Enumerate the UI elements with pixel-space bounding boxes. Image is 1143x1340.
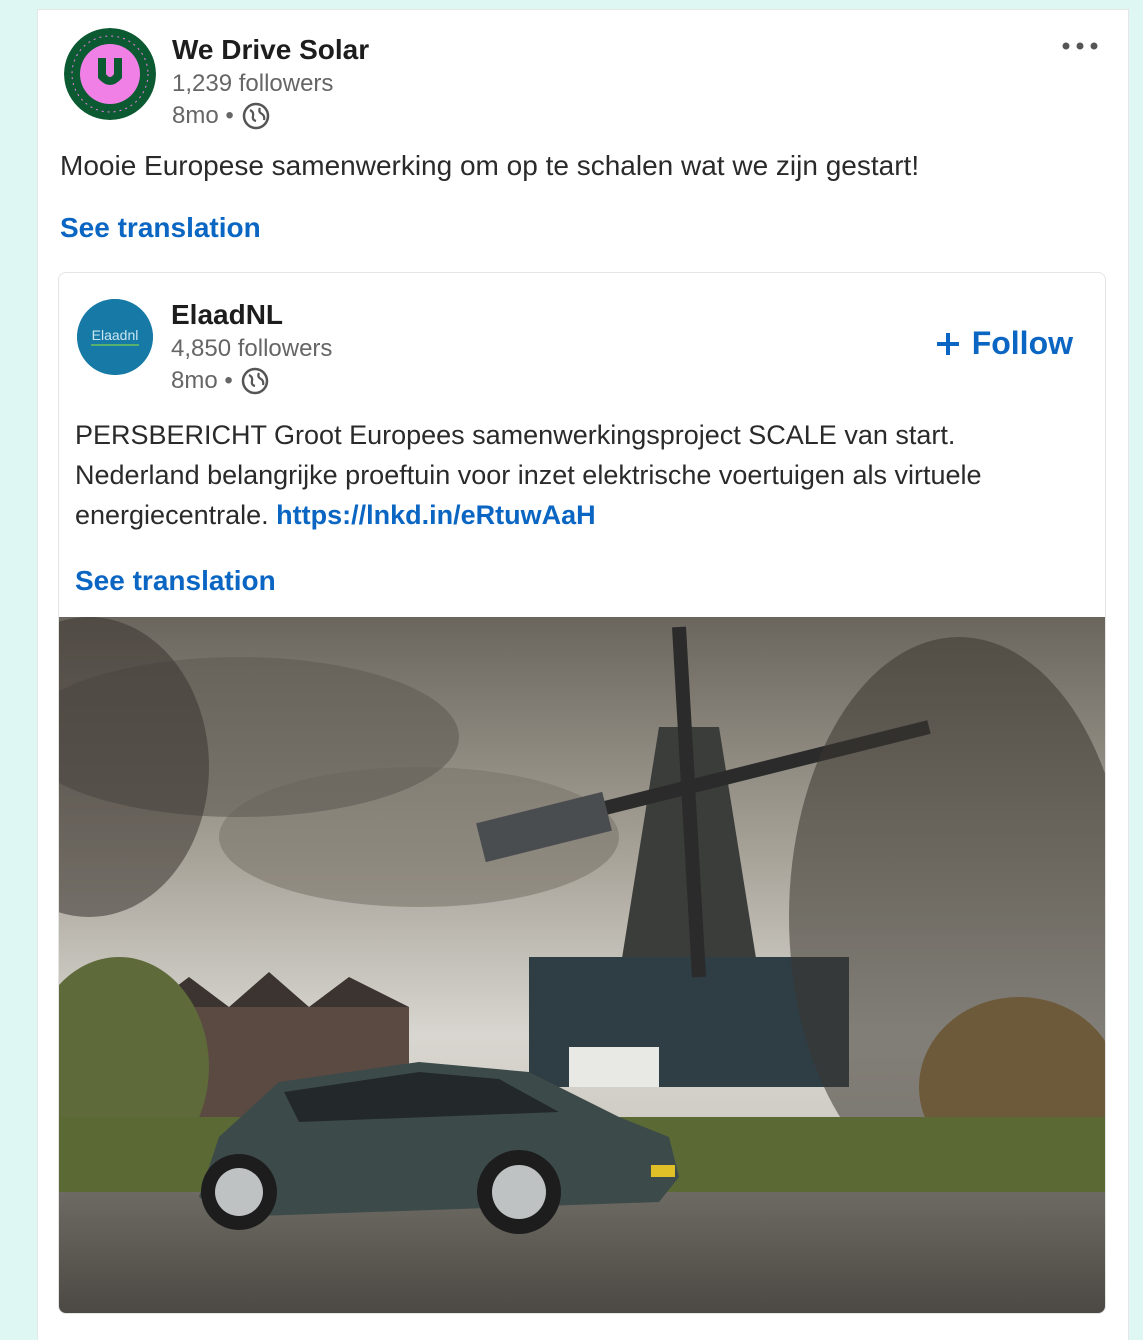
timestamp-text: 8mo • [172,102,234,129]
shared-body-text: PERSBERICHT Groot Europees samenwerkings… [75,415,1085,535]
post-body-text: Mooie Europese samenwerking om op te sch… [60,150,920,181]
post-timestamp: 8mo • [172,102,270,130]
globe-icon [241,367,269,395]
see-translation-link[interactable]: See translation [60,212,261,244]
follow-label: Follow [971,325,1073,361]
post-image[interactable] [59,617,1105,1313]
plus-icon [936,332,959,355]
ellipsis-icon[interactable] [1058,38,1102,54]
author-name[interactable]: We Drive Solar [172,34,369,66]
shared-link[interactable]: https://lnkd.in/eRtuwAaH [276,500,596,530]
shared-author-followers: 4,850 followers [171,335,333,362]
shared-author-name[interactable]: ElaadNL [171,299,283,331]
shared-post[interactable]: Elaadnl ElaadNL 4,850 followers 8mo • Fo… [58,272,1106,1314]
author-followers: 1,239 followers [172,70,334,97]
elaad-logo: Elaadnl [77,299,153,375]
post-card: We Drive Solar 1,239 followers 8mo • Moo… [38,10,1128,1340]
follow-button[interactable]: Follow [934,325,1073,362]
shared-post-timestamp: 8mo • [171,367,269,395]
elaad-avatar[interactable]: Elaadnl [77,299,153,375]
elaad-logo-text: Elaadnl [92,327,139,343]
shared-see-translation-link[interactable]: See translation [75,565,276,597]
globe-icon [242,102,270,130]
author-avatar[interactable] [64,28,156,120]
shared-timestamp-text: 8mo • [171,367,233,394]
utrecht-logo [64,28,156,120]
